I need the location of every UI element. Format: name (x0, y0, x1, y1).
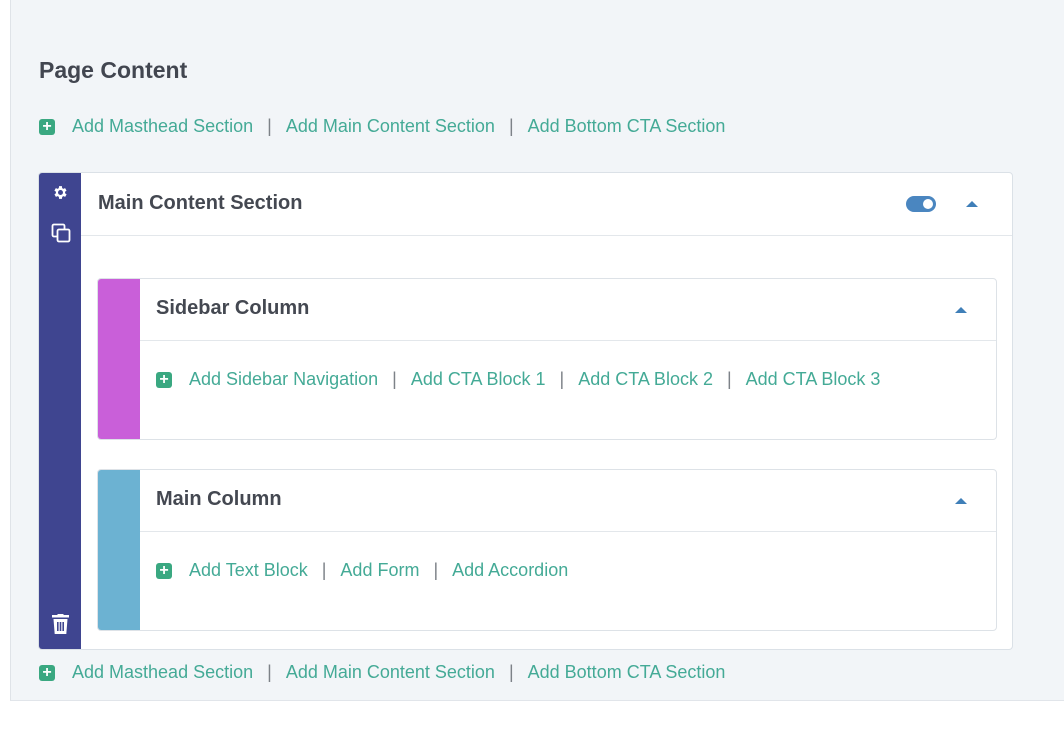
separator: | (508, 662, 514, 682)
copy-icon[interactable] (51, 223, 71, 248)
add-masthead-section-link[interactable]: Add Masthead Section (72, 116, 253, 137)
separator: | (392, 369, 397, 389)
page-title: Page Content (39, 57, 188, 83)
add-text-block-link[interactable]: Add Text Block (189, 560, 308, 581)
add-sidebar-navigation-link[interactable]: Add Sidebar Navigation (189, 369, 378, 390)
main-column-header: Main Column (140, 470, 996, 532)
gear-icon[interactable] (52, 184, 69, 206)
separator: | (433, 560, 439, 580)
toggle-switch-icon[interactable] (906, 196, 936, 212)
plus-square-icon[interactable]: + (156, 371, 172, 388)
sidebar-column-card: Sidebar Column + Add Sidebar Navigation … (97, 278, 997, 440)
main-content-section: Main Content Section Sidebar Column + Ad… (38, 172, 1013, 650)
separator: | (321, 560, 327, 580)
section-action-rail (39, 173, 81, 649)
page-content-panel: Page Content + Add Masthead Section | Ad… (10, 0, 1064, 701)
add-accordion-link[interactable]: Add Accordion (452, 560, 568, 581)
add-bottom-cta-section-link[interactable]: Add Bottom CTA Section (528, 116, 726, 137)
main-column-card: Main Column + Add Text Block | Add Form … (97, 469, 997, 631)
caret-up-icon[interactable] (955, 307, 967, 313)
trash-icon[interactable] (52, 614, 69, 639)
add-bottom-cta-section-link[interactable]: Add Bottom CTA Section (528, 662, 726, 683)
plus-square-icon[interactable]: + (39, 118, 55, 135)
toggle-knob (923, 199, 933, 209)
add-main-content-section-link[interactable]: Add Main Content Section (286, 116, 495, 137)
add-cta-block-3-link[interactable]: Add CTA Block 3 (746, 369, 881, 390)
separator: | (726, 369, 732, 389)
plus-square-icon[interactable]: + (156, 562, 172, 579)
main-column-stripe (98, 470, 140, 630)
separator: | (508, 116, 514, 136)
add-form-link[interactable]: Add Form (340, 560, 419, 581)
column-add-row: + Add Text Block | Add Form | Add Accord… (156, 560, 568, 581)
main-column-add-row: + Add Text Block | Add Form | Add Accord… (156, 560, 568, 581)
column-add-row: + Add Sidebar Navigation | Add CTA Block… (156, 369, 880, 390)
caret-up-icon[interactable] (955, 498, 967, 504)
add-cta-block-1-link[interactable]: Add CTA Block 1 (411, 369, 546, 390)
plus-square-icon[interactable]: + (39, 664, 55, 681)
sidebar-column-stripe (98, 279, 140, 439)
add-masthead-section-link[interactable]: Add Masthead Section (72, 662, 253, 683)
add-cta-block-2-link[interactable]: Add CTA Block 2 (578, 369, 713, 390)
sidebar-column-header: Sidebar Column (140, 279, 996, 341)
column-title: Main Column (156, 488, 282, 510)
separator: | (267, 662, 272, 682)
top-add-section-row: + Add Masthead Section | Add Main Conten… (39, 116, 725, 137)
caret-up-icon[interactable] (966, 201, 978, 207)
section-title: Main Content Section (98, 192, 303, 214)
separator: | (267, 116, 272, 136)
sidebar-column-add-row: + Add Sidebar Navigation | Add CTA Block… (156, 369, 880, 390)
main-content-section-header: Main Content Section (81, 173, 1012, 236)
add-main-content-section-link[interactable]: Add Main Content Section (286, 662, 495, 683)
column-title: Sidebar Column (156, 297, 310, 319)
separator: | (559, 369, 565, 389)
bottom-add-section-row: + Add Masthead Section | Add Main Conten… (39, 662, 725, 683)
